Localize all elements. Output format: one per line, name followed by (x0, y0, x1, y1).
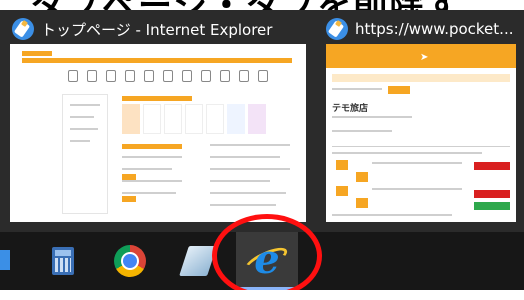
top-caption-text: タブページ・タブを削除す (30, 0, 461, 10)
window-title-text: トップページ - Internet Explorer (41, 20, 273, 39)
shop-name: テモ旅店 (332, 104, 369, 114)
menu-icon-row (68, 70, 268, 82)
window-thumbnail-pocket[interactable]: ➤ テモ旅店 (326, 44, 516, 222)
calendar-cells (122, 104, 266, 134)
sidebar (62, 94, 108, 214)
window-title-pocket[interactable]: https://www.pocket... (326, 18, 513, 40)
pocket-logo-icon: ➤ (420, 52, 429, 63)
internet-explorer-icon (12, 18, 34, 40)
taskbar-edge-item[interactable] (0, 250, 10, 270)
header-bar (22, 58, 292, 63)
site-logo (22, 51, 52, 56)
window-title-ie[interactable]: トップページ - Internet Explorer (12, 18, 272, 40)
calculator-icon[interactable] (43, 241, 83, 281)
bottom-strip (0, 290, 524, 300)
top-caption-strip: タブページ・タブを削除す (0, 0, 524, 10)
annotation-circle (212, 214, 322, 298)
internet-explorer-icon (326, 18, 348, 40)
chrome-icon[interactable] (110, 241, 150, 281)
window-title-text: https://www.pocket... (355, 20, 514, 38)
section-title-bar (332, 74, 510, 82)
status-button-red[interactable] (474, 190, 510, 198)
window-thumbnail-top-page[interactable] (10, 44, 306, 222)
status-button-green[interactable] (474, 202, 510, 210)
status-button-red[interactable] (474, 162, 510, 170)
